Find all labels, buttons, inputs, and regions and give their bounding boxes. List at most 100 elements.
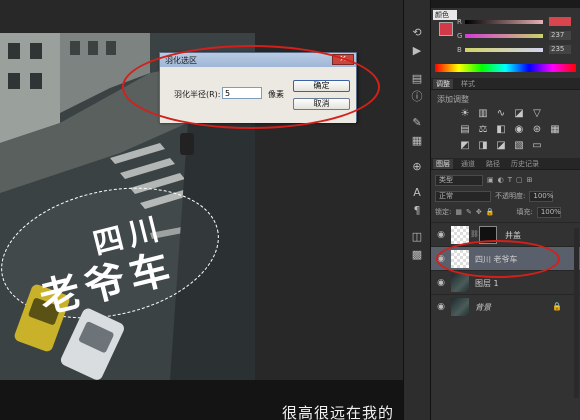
layer-thumbnail	[451, 298, 469, 316]
layer-row[interactable]: ◉ ⛓ 井盖	[431, 222, 580, 246]
layer-row[interactable]: ◉ 背景 🔒	[431, 294, 580, 318]
posterize-icon[interactable]: ◨	[477, 140, 489, 152]
exposure-icon[interactable]: ◪	[513, 108, 525, 120]
levels-icon[interactable]: ▥	[477, 108, 489, 120]
adjustments-panel: 调整 样式 添加调整 ☀ ▥ ∿ ◪ ▽ ▤ ⚖ ◧ ◉ ⊛ ▦ ◩ ◨ ◪ ▧…	[431, 78, 580, 156]
tab-history[interactable]: 历史记录	[508, 159, 542, 169]
hue-saturation-icon[interactable]: ▤	[459, 124, 471, 136]
right-panels: 颜色 R G 237 B 235 调整 样式 添加调整 ☀ ▥ ∿ ◪ ▽ ▤	[431, 0, 580, 420]
vibrance-icon[interactable]: ▽	[531, 108, 543, 120]
cancel-button[interactable]: 取消	[293, 98, 350, 110]
tab-styles[interactable]: 样式	[458, 79, 478, 89]
selective-color-icon[interactable]: ▧	[513, 140, 525, 152]
eye-icon[interactable]: ◉	[436, 230, 446, 240]
layer-filter-select[interactable]: 类型	[435, 174, 483, 186]
layer-mask-thumbnail[interactable]	[479, 226, 497, 244]
eye-icon[interactable]: ◉	[436, 254, 446, 264]
filter-pixel-icon[interactable]: ▣	[487, 176, 494, 184]
history-icon[interactable]: ⟲	[410, 26, 424, 40]
add-adjustment-label: 添加调整	[437, 95, 469, 104]
lock-transparency-icon[interactable]: ▦	[455, 208, 462, 216]
tab-adjustments[interactable]: 调整	[433, 78, 453, 89]
character-icon[interactable]: A	[410, 186, 424, 200]
properties-icon[interactable]: ▤	[410, 72, 424, 86]
actions-icon[interactable]: ▶	[410, 44, 424, 58]
fill-input[interactable]: 100%	[536, 206, 561, 218]
brush-icon[interactable]: ✎	[410, 116, 424, 130]
layer-name: 图层 1	[475, 279, 499, 288]
color-slider-b[interactable]: B 235	[457, 45, 577, 54]
fill-value: 100%	[540, 207, 561, 216]
panel-icon-strip: ⟲ ▶ ▤ ⓘ ✎ ▦ ⊕ A ¶ ◫ ▩	[403, 0, 431, 420]
paragraph-icon[interactable]: ¶	[410, 204, 424, 218]
feather-radius-input[interactable]	[222, 87, 262, 99]
document-workspace: 四川 老爷车 羽化选区 × 羽化半径(R): 像素 确定 取消 很高很远在我的	[0, 0, 403, 420]
opacity-value: 100%	[533, 191, 554, 200]
chain-icon[interactable]: ⛓	[470, 230, 479, 238]
layer-name: 背景	[475, 303, 491, 312]
lock-label: 锁定:	[435, 208, 452, 216]
filter-shape-icon[interactable]: ▢	[516, 176, 523, 184]
lock-icon: 🔒	[552, 302, 562, 311]
layers-scrollbar[interactable]	[574, 228, 579, 398]
threshold-icon[interactable]: ◪	[495, 140, 507, 152]
swatches-icon[interactable]: ▩	[410, 248, 424, 262]
layer-row-selected[interactable]: ◉ 四川 老爷车	[431, 246, 580, 270]
clone-source-icon[interactable]: ⊕	[410, 160, 424, 174]
lock-position-icon[interactable]: ✥	[476, 208, 482, 216]
tab-layers[interactable]: 图层	[433, 158, 453, 169]
layers-tabbar: 图层 通道 路径 历史记录	[431, 158, 580, 170]
brush-presets-icon[interactable]: ▦	[410, 134, 424, 148]
layers-panel: 图层 通道 路径 历史记录 类型 ▣ ◐ T ▢ ⊞ 正常 不透明度: 100%	[431, 158, 580, 420]
invert-icon[interactable]: ◩	[459, 140, 471, 152]
feather-radius-unit: 像素	[268, 90, 284, 99]
feather-selection-dialog: 羽化选区 × 羽化半径(R): 像素 确定 取消	[159, 52, 357, 123]
tab-paths[interactable]: 路径	[483, 159, 503, 169]
feather-radius-label: 羽化半径(R):	[174, 90, 221, 99]
layer-filter-label: 类型	[439, 175, 453, 184]
color-lookup-icon[interactable]: ▦	[549, 124, 561, 136]
color-spectrum-bar[interactable]	[435, 64, 576, 72]
adjustments-tabbar: 调整 样式	[431, 78, 580, 90]
eye-icon[interactable]: ◉	[436, 278, 446, 288]
blend-mode-value: 正常	[439, 191, 453, 200]
color-slider-g[interactable]: G 237	[457, 31, 577, 40]
channel-mixer-icon[interactable]: ⊛	[531, 124, 543, 136]
tab-channels[interactable]: 通道	[458, 159, 478, 169]
layer-row[interactable]: ◉ 图层 1	[431, 270, 580, 294]
video-subtitle: 很高很远在我的	[282, 404, 395, 420]
eye-icon[interactable]: ◉	[436, 302, 446, 312]
layer-name: 井盖	[505, 231, 521, 240]
blend-opacity-row: 正常 不透明度: 100%	[435, 190, 553, 202]
lock-all-icon[interactable]: 🔒	[486, 208, 495, 216]
ok-button[interactable]: 确定	[293, 80, 350, 92]
foreground-color-swatch[interactable]	[439, 22, 453, 36]
dialog-titlebar[interactable]: 羽化选区 ×	[160, 53, 356, 67]
color-panel-tab[interactable]: 颜色	[433, 10, 457, 20]
color-panel: 颜色 R G 237 B 235	[431, 0, 580, 76]
opacity-label: 不透明度:	[495, 192, 526, 200]
filter-type-icon[interactable]: T	[508, 176, 512, 184]
gradient-map-icon[interactable]: ▭	[531, 140, 543, 152]
black-white-icon[interactable]: ◧	[495, 124, 507, 136]
fill-label: 填充:	[516, 208, 533, 216]
filter-smart-icon[interactable]: ⊞	[527, 176, 533, 184]
dialog-title: 羽化选区	[165, 55, 197, 65]
blend-mode-select[interactable]: 正常	[435, 190, 491, 202]
photo-filter-icon[interactable]: ◉	[513, 124, 525, 136]
lock-paint-icon[interactable]: ✎	[466, 208, 472, 216]
layer-comps-icon[interactable]: ◫	[410, 230, 424, 244]
layer-name: 四川 老爷车	[475, 255, 518, 264]
layer-thumbnail	[451, 250, 469, 268]
color-balance-icon[interactable]: ⚖	[477, 124, 489, 136]
layer-thumbnail	[451, 226, 469, 244]
opacity-input[interactable]: 100%	[529, 190, 554, 202]
layer-thumbnail	[451, 274, 469, 292]
color-slider-r[interactable]: R	[457, 17, 577, 26]
filter-adjust-icon[interactable]: ◐	[498, 176, 504, 184]
curves-icon[interactable]: ∿	[495, 108, 507, 120]
dialog-body: 羽化半径(R): 像素 确定 取消	[160, 67, 356, 123]
brightness-icon[interactable]: ☀	[459, 108, 471, 120]
info-icon[interactable]: ⓘ	[410, 90, 424, 104]
close-icon[interactable]: ×	[332, 54, 354, 65]
